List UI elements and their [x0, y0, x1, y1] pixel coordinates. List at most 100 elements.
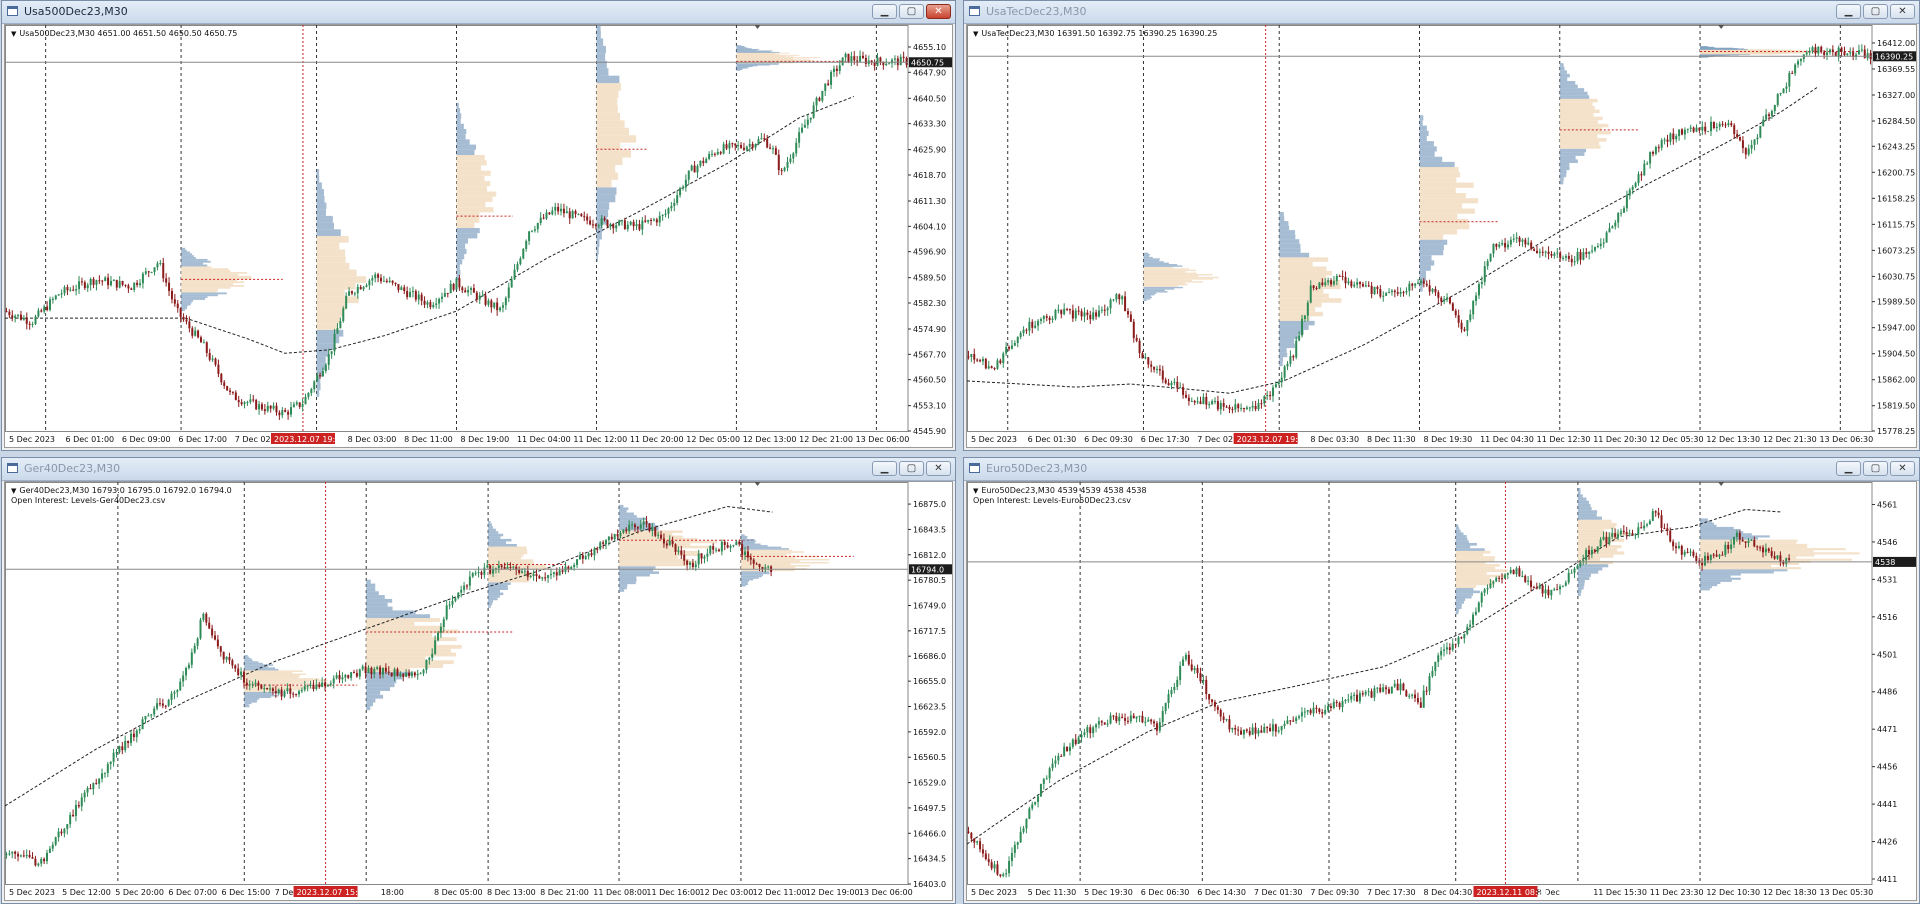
maximize-button[interactable]: ▢ — [899, 461, 924, 476]
bull-candle — [54, 295, 57, 300]
close-button[interactable]: ✕ — [926, 461, 951, 476]
bull-candle — [1225, 719, 1228, 721]
volume-profile-bar — [1143, 278, 1214, 280]
symbol-quote-text: Euro50Dec23,M30 4539 4539 4538 4538 — [981, 486, 1147, 495]
bull-candle — [1634, 183, 1637, 187]
candlestick-chart[interactable]: 16875.016843.516812.016780.516749.016717… — [5, 482, 952, 900]
bear-candle — [1231, 409, 1234, 411]
volume-profile-bar — [1700, 579, 1732, 582]
bear-candle — [680, 550, 683, 555]
bull-candle — [626, 224, 629, 230]
bull-candle — [533, 229, 536, 231]
bull-candle — [432, 304, 435, 308]
bear-candle — [1312, 285, 1315, 289]
bull-candle — [812, 105, 815, 118]
chart-window-usatec[interactable]: UsaTecDec23,M30 ▁ ▢ ✕ 16412.00 16369.55 16… — [963, 0, 1920, 451]
bear-candle — [568, 211, 571, 219]
volume-profile-bar — [1455, 595, 1472, 599]
window-titlebar[interactable]: Ger40Dec23,M30 ▁ ▢ ✕ — [2, 458, 955, 481]
dropdown-triangle-icon[interactable]: ▼ — [973, 30, 978, 38]
dropdown-triangle-icon[interactable]: ▼ — [973, 487, 978, 495]
bear-candle — [1585, 252, 1588, 255]
bull-candle — [795, 142, 798, 154]
volume-profile-bar — [316, 276, 366, 283]
price-axis-label: 4486 — [1877, 688, 1897, 697]
bull-candle — [1646, 524, 1649, 526]
bear-candle — [1121, 716, 1124, 719]
bear-candle — [347, 675, 350, 678]
bear-candle — [1730, 123, 1733, 126]
chart-window-ger40[interactable]: Ger40Dec23,M30 ▁ ▢ ✕ 16875.0 16843.5 16812… — [1, 457, 956, 904]
minimize-button[interactable]: ▁ — [1836, 461, 1861, 476]
candlestick-chart[interactable]: 16412.0016369.5516327.0016284.5016243.25… — [967, 25, 1916, 447]
window-titlebar[interactable]: Euro50Dec23,M30 ▁ ▢ ✕ — [964, 458, 1919, 481]
bull-candle — [705, 158, 708, 164]
bull-candle — [1486, 261, 1489, 267]
time-axis-label: 6 Dec 17:30 — [1141, 435, 1190, 444]
bull-candle — [1179, 387, 1182, 389]
chart-area[interactable]: 4655.10 4647.90 4640.50 4633.30 4625.90 4618.… — [4, 24, 953, 448]
bull-candle — [1002, 874, 1005, 877]
close-button[interactable]: ✕ — [926, 4, 951, 19]
bull-candle — [1034, 325, 1037, 328]
window-titlebar[interactable]: Usa500Dec23,M30 ▁ ▢ ✕ — [2, 1, 955, 24]
bear-candle — [295, 693, 298, 695]
chart-area[interactable]: 4561 4546 4531 4516 4501 4486 4471 4456 4441 4426… — [966, 481, 1917, 901]
maximize-button[interactable]: ▢ — [899, 4, 924, 19]
volume-profile-bar — [1279, 302, 1322, 308]
chart-area[interactable]: 16412.00 16369.55 16327.00 16284.50 16243.25… — [966, 24, 1917, 448]
window-titlebar[interactable]: UsaTecDec23,M30 ▁ ▢ ✕ — [964, 1, 1919, 24]
time-axis-label: 6 Dec 17:00 — [178, 435, 227, 444]
bear-candle — [1089, 727, 1092, 734]
bear-candle — [856, 60, 859, 62]
bull-candle — [1785, 86, 1788, 89]
bull-candle — [182, 675, 185, 682]
bull-candle — [551, 210, 554, 215]
maximize-button[interactable]: ▢ — [1863, 4, 1888, 19]
volume-profile-bar — [740, 542, 755, 544]
volume-profile-bar — [366, 706, 371, 711]
bull-candle — [1010, 345, 1013, 349]
volume-profile-bar — [1559, 173, 1567, 178]
close-button[interactable]: ✕ — [1890, 461, 1915, 476]
bull-candle — [1144, 721, 1147, 723]
bear-candle — [1532, 586, 1535, 588]
bear-candle — [168, 282, 171, 291]
candlestick-chart[interactable]: 4655.104647.904640.504633.304625.904618.… — [5, 25, 952, 447]
volume-profile-bar — [1279, 221, 1289, 226]
chart-window-euro50[interactable]: Euro50Dec23,M30 ▁ ▢ ✕ 4561 4546 4531 4516 45… — [963, 457, 1920, 904]
volume-profile-bar — [1279, 334, 1298, 340]
volume-profile-bar — [456, 139, 470, 145]
minimize-button[interactable]: ▁ — [872, 461, 897, 476]
dropdown-triangle-icon[interactable]: ▼ — [11, 30, 16, 38]
bear-candle — [674, 544, 677, 552]
bull-candle — [1799, 59, 1802, 62]
bull-candle — [1686, 128, 1689, 130]
bull-candle — [1234, 404, 1237, 410]
volume-profile-bar — [1143, 258, 1161, 260]
bull-candle — [393, 669, 396, 677]
volume-profile-bar — [316, 303, 347, 310]
bull-candle — [1347, 281, 1350, 284]
close-button[interactable]: ✕ — [1890, 4, 1915, 19]
volume-profile-bar — [1143, 256, 1153, 259]
bull-candle — [1762, 119, 1765, 126]
bull-candle — [330, 351, 333, 355]
volume-profile-bar — [1279, 311, 1323, 317]
minimize-button[interactable]: ▁ — [872, 4, 897, 19]
maximize-button[interactable]: ▢ — [1863, 461, 1888, 476]
volume-profile-bar — [316, 236, 349, 243]
chart-window-usa500[interactable]: Usa500Dec23,M30 ▁ ▢ ✕ 4655.10 4647.90 4640… — [1, 0, 956, 451]
bull-candle — [1358, 693, 1361, 702]
bear-candle — [612, 224, 615, 229]
bull-candle — [468, 576, 471, 586]
bull-candle — [737, 145, 740, 147]
bull-candle — [1312, 707, 1315, 714]
minimize-button[interactable]: ▁ — [1836, 4, 1861, 19]
bull-candle — [1074, 310, 1077, 319]
chart-area[interactable]: 16875.0 16843.5 16812.0 16780.5 16749.0 16717… — [4, 481, 953, 901]
bull-candle — [1773, 104, 1776, 111]
volume-profile-bar — [1419, 213, 1458, 219]
candlestick-chart[interactable]: 4561454645314516450144864471445644414426… — [967, 482, 1916, 900]
dropdown-triangle-icon[interactable]: ▼ — [11, 487, 16, 495]
